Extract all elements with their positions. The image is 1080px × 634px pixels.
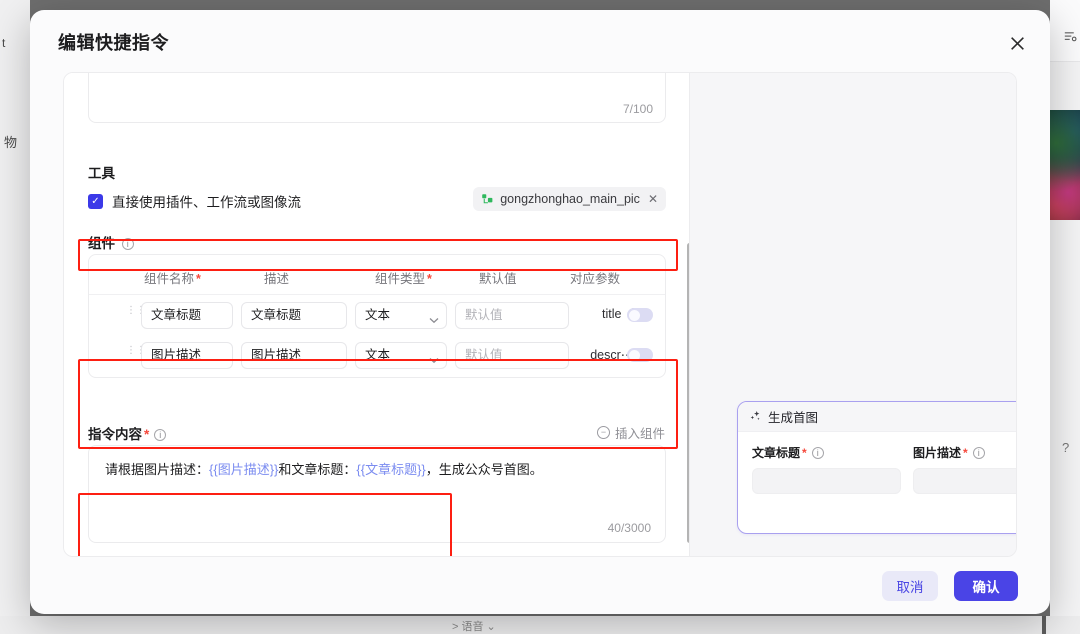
confirm-button[interactable]: 确认 — [954, 571, 1018, 601]
components-section-label: 组件 i — [88, 232, 134, 252]
cancel-button[interactable]: 取消 — [882, 571, 938, 601]
form-pane: 7/100 工具 ✓ 直接使用插件、工作流或图像流 gongzhonghao_m… — [64, 73, 692, 556]
checkbox-check-icon: ✓ — [91, 195, 100, 207]
tools-row: ✓ 直接使用插件、工作流或图像流 gongzhonghao_main_pic ✕ — [88, 184, 666, 218]
list-settings-icon — [1064, 30, 1077, 46]
component-default-input[interactable]: 默认值 — [455, 342, 569, 369]
insert-component-label: 插入组件 — [614, 427, 665, 441]
column-header-param: 对应参数 — [570, 272, 621, 286]
background-bottom-divider — [1042, 616, 1046, 634]
instruction-section-label: 指令内容 * i — [88, 423, 167, 443]
info-icon[interactable]: i — [972, 447, 985, 459]
chevron-down-icon — [429, 349, 439, 374]
instruction-text-part: 和文章标题： — [278, 462, 357, 477]
instruction-counter: 40/3000 — [607, 521, 651, 535]
instruction-variable-chip: {{文章标题}} — [356, 462, 426, 477]
drag-handle-icon[interactable]: ⋮⋮ — [126, 346, 146, 361]
background-right-panel — [1050, 0, 1080, 634]
components-label-text: 组件 — [88, 236, 115, 251]
component-type-value: 文本 — [365, 348, 391, 362]
components-table-header: 组件名称 * 描述 组件类型 * 默认值 对应参数 — [89, 255, 665, 295]
component-description-input[interactable]: 图片描述 — [241, 342, 347, 369]
preview-card-title: 生成首图 — [768, 411, 819, 425]
plugin-remove-icon[interactable]: ✕ — [648, 192, 658, 206]
preview-card-fields: 文章标题 * i 图片描述 * i — [738, 432, 1016, 494]
background-bottom-label: > 语音 ⌄ — [452, 621, 496, 633]
background-bottom-bar — [0, 616, 1080, 634]
component-required-toggle[interactable] — [627, 308, 653, 322]
use-plugin-label: 直接使用插件、工作流或图像流 — [112, 195, 301, 210]
dialog-header: 编辑快捷指令 — [30, 10, 1050, 72]
insert-icon: − — [596, 426, 610, 439]
plugin-name: gongzhonghao_main_pic — [500, 192, 640, 206]
background-help-text: ? — [1062, 440, 1070, 455]
component-required-toggle[interactable] — [627, 348, 653, 362]
preview-field-label: 文章标题 * i — [752, 444, 901, 461]
column-header-type: 组件类型 * — [375, 272, 432, 286]
component-type-select[interactable]: 文本 — [355, 302, 447, 329]
drag-handle-icon[interactable]: ⋮⋮ — [126, 306, 146, 321]
edit-shortcut-dialog: 编辑快捷指令 7/100 工具 ✓ 直接使用插件、工作流或图像流 gongzho… — [30, 10, 1050, 614]
dialog-body: 7/100 工具 ✓ 直接使用插件、工作流或图像流 gongzhonghao_m… — [63, 72, 1017, 557]
close-icon[interactable] — [1006, 32, 1028, 54]
instruction-label-text: 指令内容 — [88, 427, 142, 442]
preview-card-header: 生成首图 — [738, 402, 1016, 432]
tools-section-label: 工具 — [88, 166, 115, 181]
preview-pane: 生成首图 文章标题 * i 图片描述 * i — [689, 73, 1016, 556]
info-icon[interactable]: i — [154, 429, 167, 441]
component-default-input[interactable]: 默认值 — [455, 302, 569, 329]
instruction-text-part: 请根据图片描述： — [105, 462, 210, 477]
instruction-text-part: ，生成公众号首图。 — [425, 462, 543, 477]
sparkle-icon — [749, 410, 762, 423]
component-type-value: 文本 — [365, 308, 391, 322]
component-type-select[interactable]: 文本 — [355, 342, 447, 369]
info-icon[interactable]: i — [811, 447, 824, 459]
chevron-down-icon — [429, 309, 439, 334]
column-header-default: 默认值 — [479, 272, 517, 286]
background-left-text-mid: 物 — [4, 135, 18, 150]
preview-field-title: 文章标题 * i — [752, 444, 901, 494]
use-plugin-checkbox[interactable]: ✓ — [88, 193, 103, 209]
instruction-text: 请根据图片描述：{{图片描述}}和文章标题：{{文章标题}}，生成公众号首图。 — [105, 458, 649, 481]
column-header-description: 描述 — [264, 272, 290, 286]
preview-field-label: 图片描述 * i — [913, 444, 1016, 461]
dialog-footer: 取消 确认 — [30, 557, 1050, 614]
info-icon[interactable]: i — [121, 238, 134, 250]
component-name-input[interactable]: 文章标题 — [141, 302, 233, 329]
instruction-textarea[interactable]: 请根据图片描述：{{图片描述}}和文章标题：{{文章标题}}，生成公众号首图。 … — [88, 445, 666, 543]
table-row: ⋮⋮ 文章标题 文章标题 文本 默认值 title i — [89, 295, 665, 335]
preview-description-input[interactable] — [913, 468, 1016, 494]
shortcut-preview-card: 生成首图 文章标题 * i 图片描述 * i — [737, 401, 1016, 534]
background-left-panel — [0, 0, 30, 634]
preview-title-input[interactable] — [752, 468, 901, 494]
shortcut-name-counter: 7/100 — [622, 102, 653, 116]
shortcut-name-textarea[interactable]: 7/100 — [88, 73, 666, 123]
background-left-text-top: t — [2, 36, 6, 50]
plugin-tag[interactable]: gongzhonghao_main_pic ✕ — [473, 187, 666, 211]
components-table: 组件名称 * 描述 组件类型 * 默认值 对应参数 ⋮⋮ 文章标题 文章标题 文… — [88, 254, 666, 378]
page-title: 编辑快捷指令 — [58, 33, 169, 53]
background-thumbnail-image — [1050, 110, 1080, 220]
plugin-icon — [481, 193, 494, 206]
instruction-variable-chip: {{图片描述}} — [209, 462, 279, 477]
component-description-input[interactable]: 文章标题 — [241, 302, 347, 329]
column-header-name: 组件名称 * — [144, 272, 201, 286]
screen: t 物 ? > 语音 ⌄ 编辑快捷指令 7/100 工具 ✓ 直接使用插件、工作… — [0, 0, 1080, 634]
insert-component-button[interactable]: − 插入组件 — [596, 423, 665, 442]
component-name-input[interactable]: 图片描述 — [141, 342, 233, 369]
table-row: ⋮⋮ 图片描述 图片描述 文本 默认值 descr⋯ i — [89, 335, 665, 375]
preview-field-description: 图片描述 * i — [913, 444, 1016, 494]
